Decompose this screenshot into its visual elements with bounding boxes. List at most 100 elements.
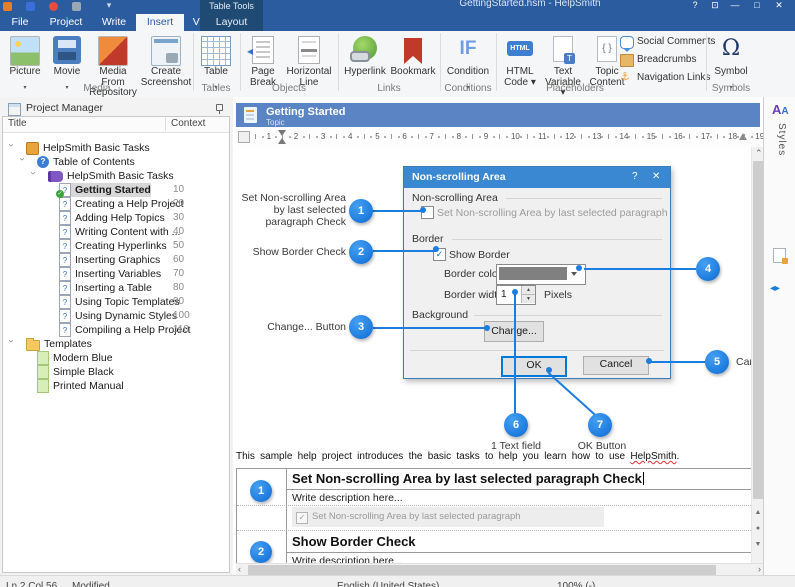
pin-icon[interactable] [214,103,224,114]
tab-layout[interactable]: Layout [204,14,259,31]
horizontal-line-button[interactable]: Horizontal Line [284,34,334,90]
scroll-right-icon[interactable]: › [758,564,761,575]
tree-item-inner[interactable]: Templates [26,337,92,351]
condition-button[interactable]: IF Condition ▾ [444,34,492,90]
tree-item[interactable]: Creating a Help Project20 [3,197,229,211]
tree-item[interactable]: Creating Hyperlinks50 [3,239,229,253]
breadcrumbs-button[interactable]: Breadcrumbs [620,52,720,68]
tree-item[interactable]: Getting Started10 [3,183,229,197]
symbol-button[interactable]: Ω Symbol ▾ [710,34,752,90]
tree-item[interactable]: Using Dynamic Styles100 [3,309,229,323]
tree-item[interactable]: Writing Content with ...40 [3,225,229,239]
tree-item-inner[interactable]: Table of Contents [37,155,135,169]
pixels-label: Pixels [544,289,572,301]
template-icon [37,351,49,365]
qat-dropdown-icon[interactable]: ▾ [100,0,118,11]
callout-line-5 [649,361,706,363]
tab-project[interactable]: Project [40,14,92,31]
tree-item[interactable]: Inserting Variables70 [3,267,229,281]
styles-tab-label[interactable]: Styles [776,123,787,156]
tree-item-inner[interactable]: Modern Blue [37,351,113,365]
app-icon[interactable] [3,2,12,11]
tree-item[interactable]: Compiling a Help Project110 [3,323,229,337]
document-properties-icon[interactable] [773,248,786,263]
tree-item[interactable]: Simple Black [3,365,229,379]
bookmark-button[interactable]: Bookmark [390,34,436,90]
scroll-left-icon[interactable]: ‹ [238,564,241,575]
tree-item[interactable]: Modern Blue [3,351,229,365]
tree-item-label: Writing Content with ... [75,226,180,238]
window-title: GettingStarted.hsm - HelpSmith [330,0,730,9]
ribbon-display-options-icon[interactable]: ⊡ [706,0,724,11]
help-button[interactable]: ? [686,0,704,10]
compile-icon[interactable] [49,2,58,11]
movie-button[interactable]: Movie ▾ [48,34,86,90]
html-code-button[interactable]: HTML HTML Code ▾ [500,34,540,90]
dialog-figure-non-scrolling-area[interactable]: Non-scrolling Area ? ✕ Non-scrolling Are… [403,166,671,379]
status-language[interactable]: English (United States) [337,581,439,587]
tab-selector-icon[interactable] [238,131,250,143]
tree-item[interactable]: › Table of Contents [3,155,229,169]
create-screenshot-button[interactable]: Create Screenshot [140,34,192,90]
picture-button[interactable]: Picture ▾ [4,34,46,90]
expand-chevron-icon[interactable]: › [6,144,17,152]
tree-item-label: Table of Contents [53,156,135,168]
save-icon[interactable] [26,2,35,11]
table-button[interactable]: Table ▾ [196,34,236,90]
tree-item[interactable]: Adding Help Topics30 [3,211,229,225]
styles-icon[interactable]: AA [772,102,789,117]
tree-item-inner[interactable]: Compiling a Help Project [59,323,191,337]
tree-item-inner[interactable]: Printed Manual [37,379,124,393]
tree-item-inner[interactable]: Inserting Graphics [59,253,160,267]
minimize-button[interactable]: — [726,0,744,10]
callout-line-6 [514,294,516,414]
close-button[interactable]: ✕ [770,0,788,11]
tree-item-inner[interactable]: Simple Black [37,365,114,379]
tree-item-inner[interactable]: Writing Content with ... [59,225,180,239]
tree-item[interactable]: Using Topic Templates90 [3,295,229,309]
tab-file[interactable]: File [2,14,38,31]
tree-item-inner[interactable]: Creating a Help Project [59,197,184,211]
undo-icon[interactable] [72,2,81,11]
maximize-button[interactable]: □ [748,0,766,10]
tree-item-inner[interactable]: Using Topic Templates [59,295,180,309]
tree-item-inner[interactable]: Using Dynamic Styles [59,309,177,323]
html-view-icon[interactable]: ◂▸ [770,283,780,294]
status-zoom[interactable]: 100% (-) [557,581,595,587]
vertical-scroll-thumb[interactable] [753,161,763,499]
ok-button: OK [501,356,567,377]
column-separator[interactable] [165,118,166,131]
tree-item-inner[interactable]: HelpSmith Basic Tasks [26,141,150,155]
tree-item-inner[interactable]: Creating Hyperlinks [59,239,167,253]
tree-item[interactable]: Printed Manual [3,379,229,393]
ruler-mark [452,136,454,138]
tab-insert[interactable]: Insert [136,14,184,31]
social-comments-button[interactable]: Social Comments [620,34,720,50]
expand-chevron-icon[interactable]: › [28,172,39,180]
group-label-symbols: Symbols [710,83,752,94]
expand-chevron-icon[interactable]: › [17,158,28,166]
tree-item[interactable]: › HelpSmith Basic Tasks [3,141,229,155]
tree-item-inner[interactable]: HelpSmith Basic Tasks [48,169,174,183]
tree-item[interactable]: › HelpSmith Basic Tasks [3,169,229,183]
column-header-context[interactable]: Context [171,118,205,129]
scroll-up-icon[interactable]: ⌃ [755,148,763,159]
tree-item-inner[interactable]: Inserting a Table [59,281,152,295]
page-break-button[interactable]: Page Break [244,34,282,90]
tab-write[interactable]: Write [92,14,136,31]
text-variable-button[interactable]: Text Variable ▾ [542,34,584,90]
media-from-repository-button[interactable]: Media From Repository [88,34,138,90]
ruler-mark [710,136,712,138]
horizontal-scroll-thumb[interactable] [248,565,716,575]
tree-item[interactable]: Inserting Graphics60 [3,253,229,267]
column-header-title[interactable]: Title [8,118,27,129]
tree-item-inner[interactable]: Getting Started [59,183,151,197]
callout-dot [420,207,426,213]
expand-chevron-icon[interactable]: › [6,340,17,348]
tree-item-inner[interactable]: Inserting Variables [59,267,161,281]
tree-item[interactable]: Inserting a Table80 [3,281,229,295]
tree-item-inner[interactable]: Adding Help Topics [59,211,165,225]
hyperlink-button[interactable]: Hyperlink [342,34,388,90]
tree-item[interactable]: › Templates [3,337,229,351]
ruler[interactable]: 12345678910111213141516171819 [236,128,763,147]
